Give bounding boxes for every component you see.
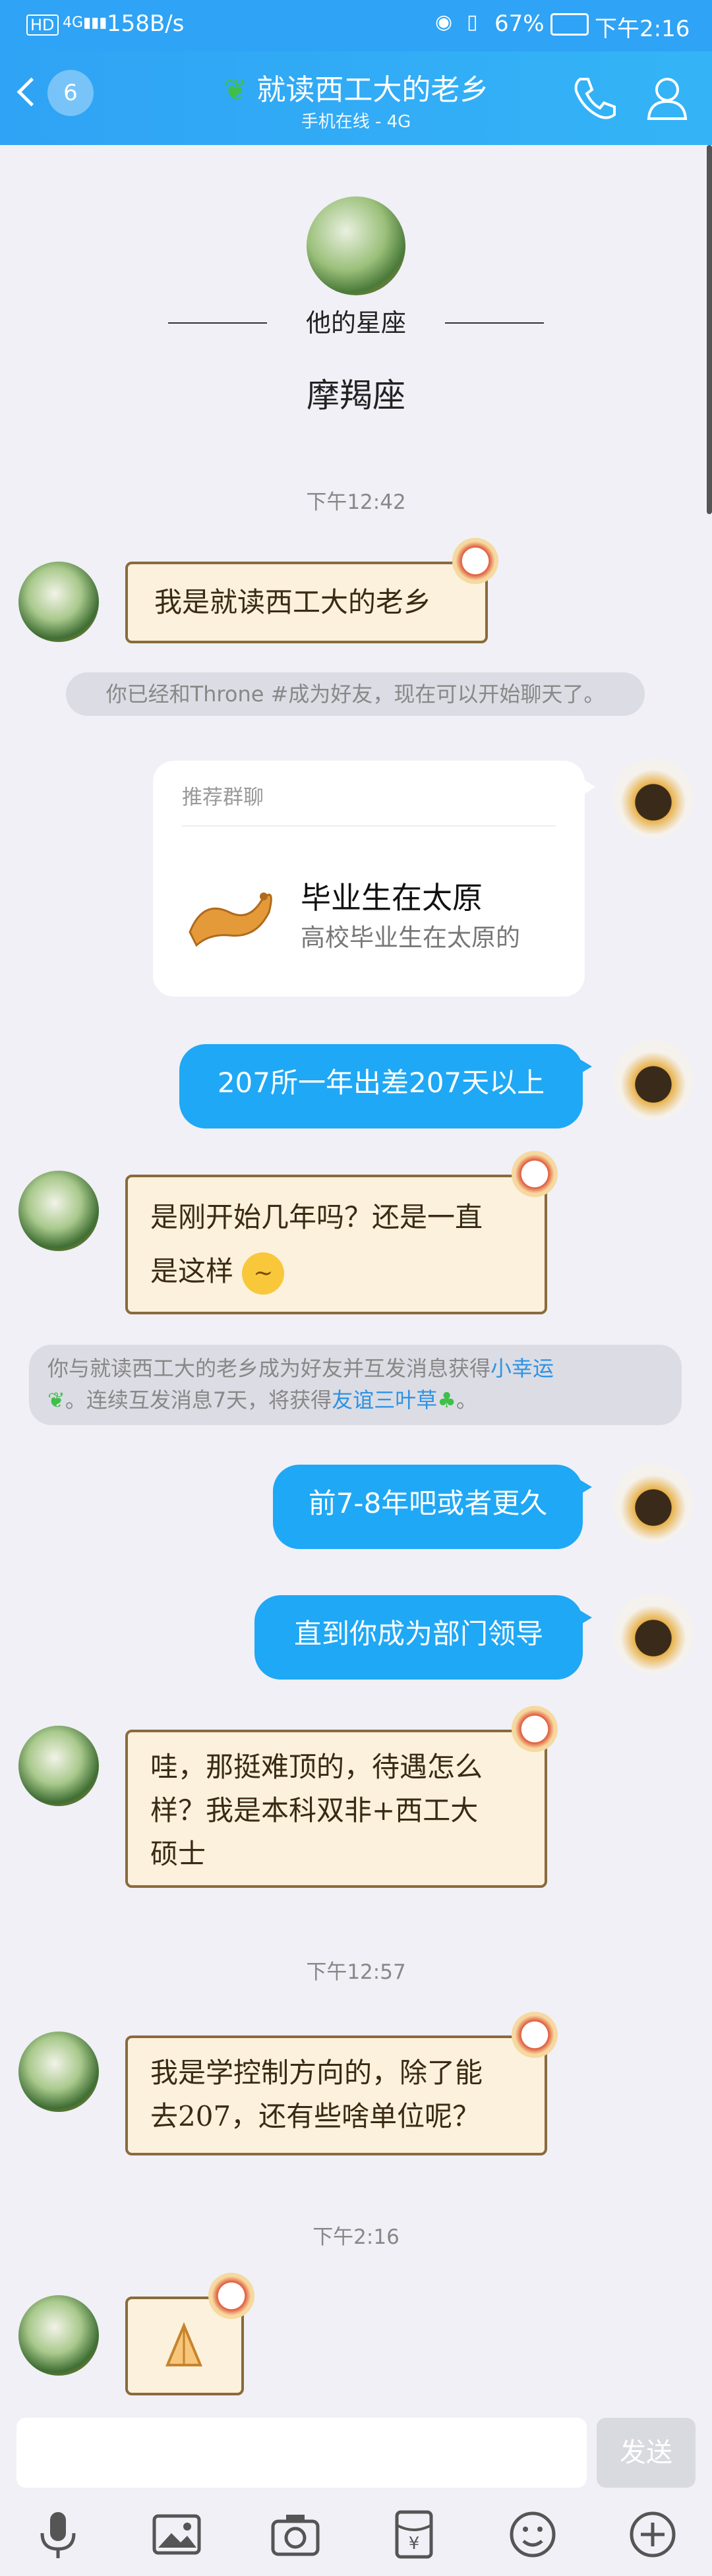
worried-emoji-icon: ~ — [242, 1252, 285, 1295]
contact-avatar[interactable] — [18, 1726, 99, 1806]
clover-link[interactable]: 友谊三叶草 — [332, 1388, 437, 1413]
message-bubble-outgoing[interactable]: 前7-8年吧或者更久 — [273, 1465, 592, 1549]
clover-icon: ♣ — [437, 1388, 456, 1413]
group-name: 毕业生在太原 — [301, 880, 483, 916]
red-packet-icon[interactable]: ¥ — [388, 2508, 440, 2561]
hd-indicator: HD — [26, 15, 59, 36]
message-bubble-incoming[interactable]: 我是就读西工大的老乡 — [125, 538, 498, 643]
sticker-bubble-incoming[interactable] — [125, 2273, 254, 2395]
scrollbar[interactable] — [707, 145, 712, 514]
message-input[interactable] — [16, 2418, 587, 2488]
lucky-link[interactable]: 小幸运 — [490, 1356, 554, 1381]
message-text: 硕士 — [150, 1838, 206, 1870]
status-bar: HD 4G▮▮▮ 158B/s ◉ ▯ 67% 下午2:16 — [0, 0, 712, 51]
eye-icon: ◉ — [435, 11, 453, 34]
my-avatar[interactable] — [613, 1040, 694, 1121]
timestamp: 下午12:57 — [306, 1960, 406, 1984]
contact-avatar[interactable] — [18, 562, 99, 642]
battery-icon — [550, 13, 589, 36]
message-text: 207所一年出差207天以上 — [217, 1067, 545, 1099]
contact-avatar[interactable] — [18, 2295, 99, 2376]
message-text: 是刚开始几年吗？还是一直 — [150, 1201, 483, 1233]
group-description: 高校毕业生在太原的 — [301, 923, 520, 952]
timestamp: 下午12:42 — [306, 490, 406, 514]
notice-text: 。连续互发消息7天，将获得 — [65, 1388, 332, 1413]
battery-percent: 67% — [494, 11, 545, 37]
message-text: 是这样 — [150, 1255, 234, 1287]
friendship-system-notice: 你与就读西工大的老乡成为好友并互发消息获得小幸运 ❦。连续互发消息7天，将获得友… — [29, 1345, 682, 1425]
profile-icon[interactable] — [641, 71, 694, 124]
message-bubble-incoming[interactable]: 是刚开始几年吗？还是一直 是这样 ~ — [125, 1151, 558, 1314]
system-notice: 你已经和Throne #成为好友，现在可以开始聊天了。 — [66, 672, 645, 716]
star-sign-label: 他的星座 — [305, 308, 406, 337]
message-bubble-incoming[interactable]: 哇，那挺难顶的，待遇怎么 样？我是本科双非+西工大 硕士 — [125, 1706, 558, 1888]
notice-text: 。 — [456, 1388, 477, 1413]
star-sign-label-row: 他的星座 — [168, 303, 544, 343]
phone-icon[interactable] — [568, 71, 621, 124]
sprout-icon: ❦ — [47, 1388, 65, 1413]
message-bubble-outgoing[interactable]: 207所一年出差207天以上 — [179, 1044, 592, 1128]
image-icon[interactable] — [150, 2508, 203, 2561]
timestamp: 下午2:16 — [312, 2225, 400, 2249]
message-text: 去207，还有些啥单位呢？ — [150, 2100, 481, 2132]
message-text: 我是学控制方向的，除了能 — [150, 2057, 483, 2089]
dragon-group-icon — [177, 873, 282, 958]
message-text: 样？我是本科双非+西工大 — [150, 1794, 479, 1827]
emoji-icon[interactable] — [506, 2508, 559, 2561]
message-text: 直到你成为部门领导 — [293, 1618, 543, 1650]
notice-text: 你与就读西工大的老乡成为好友并互发消息获得 — [47, 1356, 491, 1381]
vibrate-icon: ▯ — [467, 11, 478, 34]
svg-text:¥: ¥ — [409, 2534, 420, 2554]
input-area: 发送 ¥ — [0, 2406, 712, 2576]
chat-title: 就读西工大的老乡 — [256, 73, 489, 107]
contact-avatar-large[interactable] — [307, 196, 405, 295]
message-text: 哇，那挺难顶的，待遇怎么 — [150, 1751, 483, 1783]
praying-hands-icon — [154, 2319, 214, 2378]
contact-avatar[interactable] — [18, 1171, 99, 1251]
star-sign-value: 摩羯座 — [307, 376, 405, 415]
message-bubble-incoming[interactable]: 我是学控制方向的，除了能 去207，还有些啥单位呢？ — [125, 2012, 558, 2155]
contact-avatar[interactable] — [18, 2032, 99, 2112]
camera-icon[interactable] — [269, 2508, 322, 2561]
sprout-icon: ❦ — [223, 73, 257, 107]
plus-icon[interactable] — [626, 2508, 679, 2561]
my-avatar[interactable] — [613, 758, 694, 838]
chat-header: 6 ❦ 就读西工大的老乡 手机在线 - 4G — [0, 51, 712, 145]
divider — [182, 825, 556, 827]
message-text: 前7-8年吧或者更久 — [308, 1487, 548, 1519]
message-bubble-outgoing[interactable]: 直到你成为部门领导 — [254, 1595, 592, 1680]
card-header: 推荐群聊 — [182, 786, 264, 809]
group-recommend-card[interactable]: 推荐群聊 毕业生在太原 高校毕业生在太原的 — [153, 761, 595, 997]
my-avatar[interactable] — [613, 1594, 694, 1674]
message-text: 我是就读西工大的老乡 — [154, 586, 432, 618]
clock: 下午2:16 — [595, 16, 690, 42]
network-speed: 158B/s — [107, 11, 185, 37]
my-avatar[interactable] — [613, 1463, 694, 1544]
microphone-icon[interactable] — [32, 2508, 84, 2561]
signal-icon: 4G▮▮▮ — [63, 15, 107, 31]
send-button[interactable]: 发送 — [597, 2418, 696, 2488]
